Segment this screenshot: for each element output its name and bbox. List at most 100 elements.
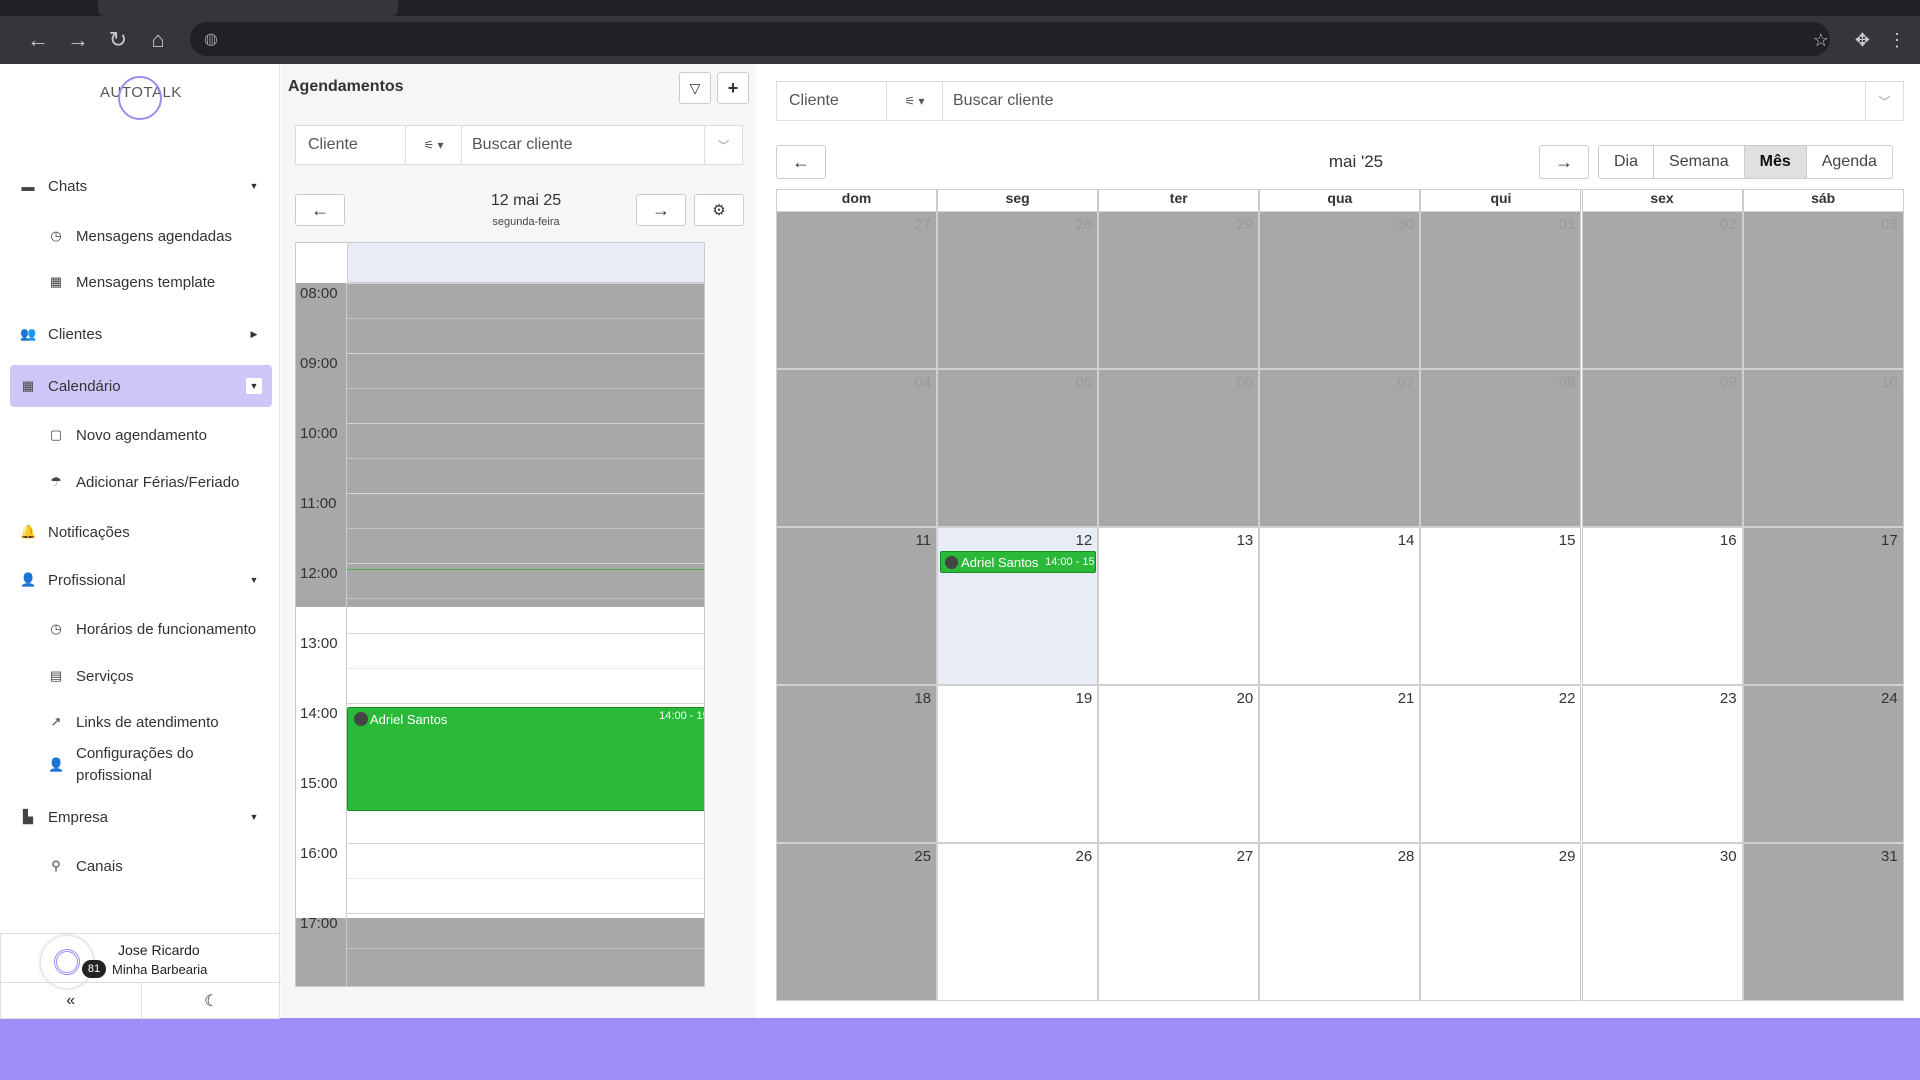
day-cell[interactable]: 14 [1259,527,1421,685]
day-cell[interactable]: 29 [1098,211,1260,369]
day-cell[interactable]: 12 Adriel Santos 14:00 - 15: [937,527,1099,685]
home-icon[interactable]: ⌂ [138,20,178,60]
day-cell[interactable]: 28 [937,211,1099,369]
day-event[interactable]: Adriel Santos 14:00 - 15:30 [347,707,704,811]
day-cell[interactable]: 19 [937,685,1099,843]
browser-menu-icon[interactable]: ⋮ [1888,30,1906,51]
day-cell[interactable]: 15 [1420,527,1582,685]
search-field-select[interactable]: Cliente [296,126,406,164]
sidebar-item-mensagens-template[interactable]: ▦ Mensagens template [10,261,272,303]
day-cell[interactable]: 30 [1259,211,1421,369]
hour-slot[interactable] [347,913,704,914]
hour-slot[interactable] [347,283,704,284]
prev-month-button[interactable]: ← [776,145,826,179]
day-cell[interactable]: 18 [776,685,938,843]
forward-arrow-icon[interactable]: → [58,20,98,60]
back-arrow-icon[interactable]: ← [18,20,58,60]
search-input[interactable]: Buscar cliente [462,126,704,164]
day-cell[interactable]: 29 [1420,843,1582,1001]
day-cell[interactable]: 30 [1581,843,1743,1001]
sidebar-item-profissional[interactable]: 👤 Profissional ▼ [10,559,272,601]
address-bar[interactable]: ◍ [190,22,1830,56]
day-cell[interactable]: 22 [1420,685,1582,843]
browser-tab[interactable] [98,0,398,16]
sidebar-item-horarios[interactable]: ◷ Horários de funcionamento [10,608,272,650]
half-hour-slot[interactable] [347,668,704,669]
sidebar-item-chats[interactable]: ▬ Chats ▼ [10,165,272,207]
day-cell[interactable]: 04 [776,369,938,527]
day-cell[interactable]: 27 [1098,843,1260,1001]
half-hour-slot[interactable] [347,388,704,389]
dark-mode-button[interactable]: ☾ [142,983,282,1019]
day-cell[interactable]: 05 [937,369,1099,527]
settings-button[interactable]: ⚙ [694,194,744,226]
sidebar-item-mensagens-agendadas[interactable]: ◷ Mensagens agendadas [10,215,272,257]
day-cell[interactable]: 10 [1742,369,1904,527]
add-button[interactable]: + [717,72,749,104]
half-hour-slot[interactable] [347,948,704,949]
prev-day-button[interactable]: ← [295,194,345,226]
match-mode-select[interactable]: ⚟ ▾ [406,126,462,164]
chevron-down-icon[interactable]: ▼ [246,572,262,588]
day-cell[interactable]: 31 [1742,843,1904,1001]
day-cell[interactable]: 01 [1420,211,1582,369]
half-hour-slot[interactable] [347,598,704,599]
bookmark-star-icon[interactable]: ☆ [1813,30,1829,51]
view-month-button[interactable]: Mês [1744,146,1807,178]
day-cell[interactable]: 03 [1742,211,1904,369]
day-cell[interactable]: 26 [937,843,1099,1001]
match-mode-select[interactable]: ⚟ ▾ [887,82,943,120]
sidebar-item-calendario[interactable]: ▦ Calendário ▼ [10,365,272,407]
day-cell[interactable]: 27 [776,211,938,369]
extensions-icon[interactable]: ✥ [1855,30,1870,51]
chevron-right-icon[interactable]: ▶ [246,326,262,342]
sidebar-item-configuracoes-profissional[interactable]: 👤 Configurações do profissional [10,736,272,794]
chevron-down-icon[interactable]: ﹀ [1865,82,1903,120]
sidebar-item-notificacoes[interactable]: 🔔 Notificações [10,511,272,553]
day-cell[interactable]: 24 [1742,685,1904,843]
sidebar-item-empresa[interactable]: ▙ Empresa ▼ [10,796,272,838]
hour-slot[interactable] [347,843,704,844]
day-cell[interactable]: 06 [1098,369,1260,527]
view-agenda-button[interactable]: Agenda [1806,146,1892,178]
filter-button[interactable]: ▽ [679,72,711,104]
day-cell[interactable]: 08 [1420,369,1582,527]
day-cell[interactable]: 13 [1098,527,1260,685]
half-hour-slot[interactable] [347,528,704,529]
view-week-button[interactable]: Semana [1654,146,1745,178]
hour-slot[interactable] [347,423,704,424]
day-cell[interactable]: 09 [1581,369,1743,527]
day-cell[interactable]: 25 [776,843,938,1001]
chevron-down-icon[interactable]: ﹀ [704,126,742,164]
hour-slot[interactable] [347,493,704,494]
hour-slot[interactable] [347,563,704,564]
day-cell[interactable]: 16 [1581,527,1743,685]
sidebar-item-clientes[interactable]: 👥 Clientes ▶ [10,313,272,355]
search-input[interactable]: Buscar cliente [943,82,1865,120]
day-cell[interactable]: 07 [1259,369,1421,527]
half-hour-slot[interactable] [347,318,704,319]
hour-slot[interactable] [347,633,704,634]
search-field-select[interactable]: Cliente [777,82,887,120]
next-month-button[interactable]: → [1539,145,1589,179]
hour-slot[interactable] [347,353,704,354]
month-event[interactable]: Adriel Santos 14:00 - 15: [940,551,1097,573]
next-day-button[interactable]: → [636,194,686,226]
reload-icon[interactable]: ↻ [98,20,138,60]
day-cell[interactable]: 28 [1259,843,1421,1001]
chevron-down-icon[interactable]: ▼ [246,178,262,194]
sidebar-item-canais[interactable]: ⚲ Canais [10,845,272,887]
sidebar-item-ferias-feriado[interactable]: ☂ Adicionar Férias/Feriado [10,461,272,503]
day-cell[interactable]: 23 [1581,685,1743,843]
day-cell[interactable]: 20 [1098,685,1260,843]
day-cell[interactable]: 21 [1259,685,1421,843]
day-cell[interactable]: 17 [1742,527,1904,685]
half-hour-slot[interactable] [347,878,704,879]
half-hour-slot[interactable] [347,458,704,459]
chevron-down-icon[interactable]: ▼ [246,378,262,394]
chevron-down-icon[interactable]: ▼ [246,809,262,825]
sidebar-item-servicos[interactable]: ▤ Serviços [10,655,272,697]
sidebar-item-novo-agendamento[interactable]: ▢ Novo agendamento [10,414,272,456]
day-cell[interactable]: 11 [776,527,938,685]
view-day-button[interactable]: Dia [1599,146,1655,178]
